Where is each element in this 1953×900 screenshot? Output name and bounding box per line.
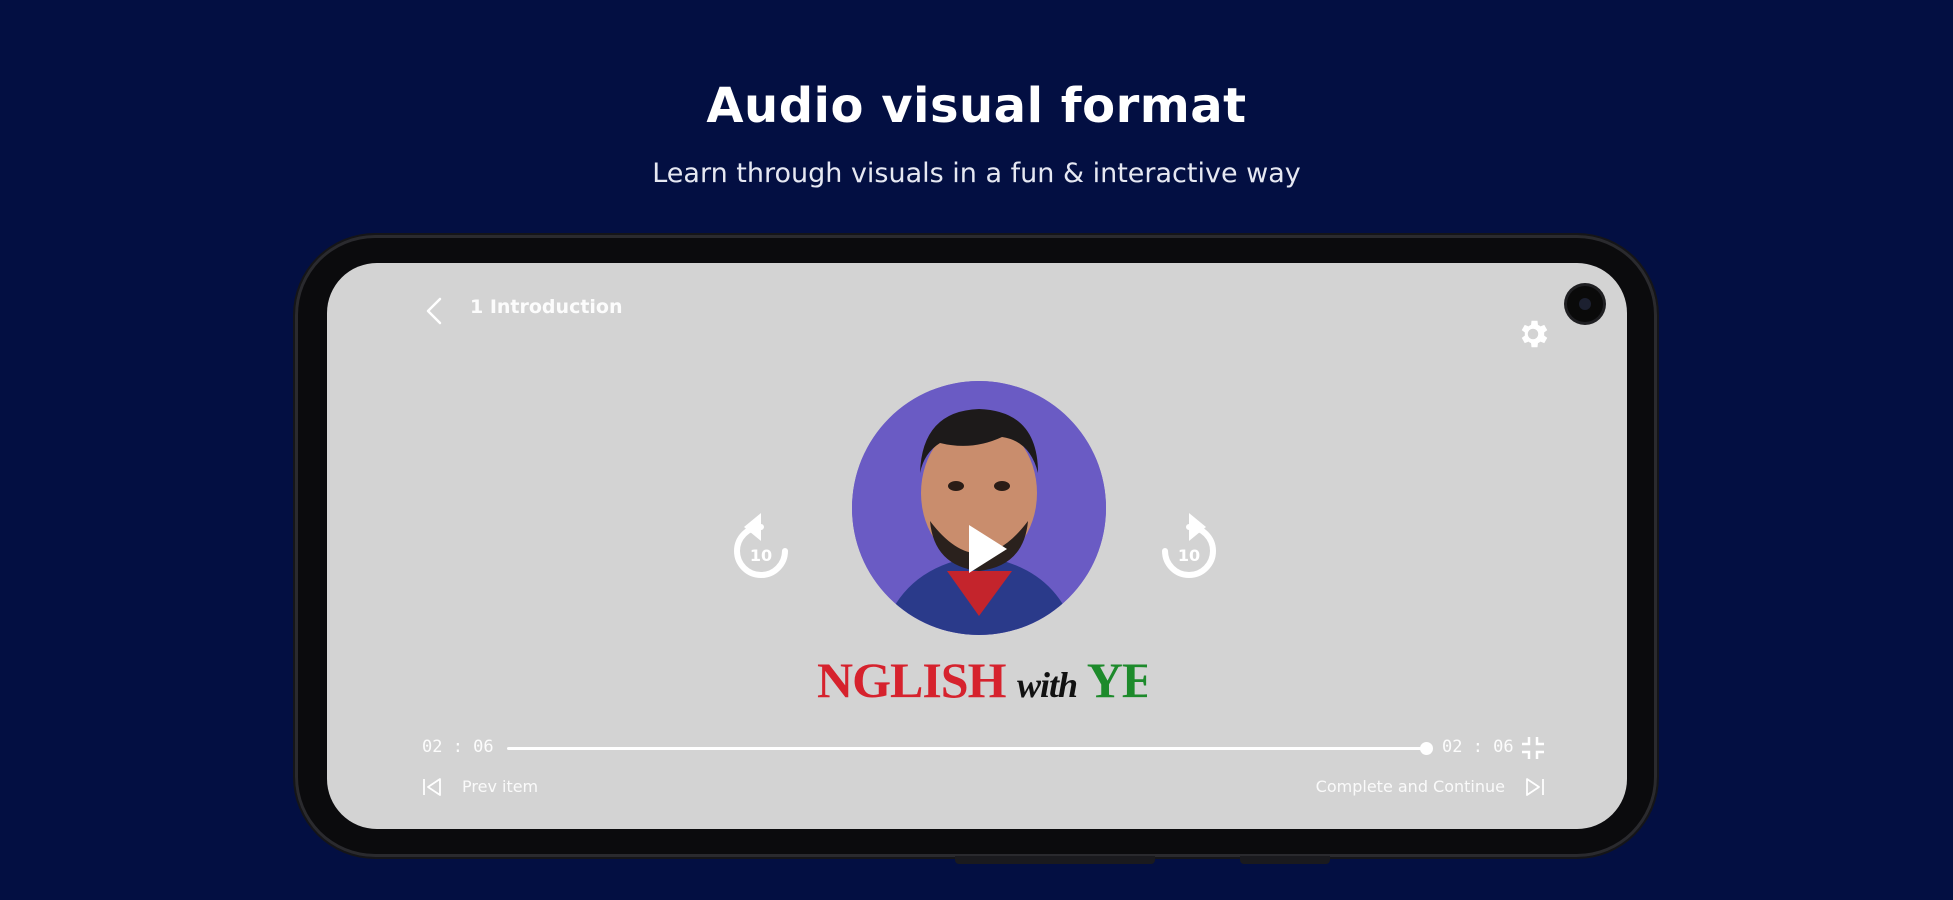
front-camera <box>1567 286 1603 322</box>
instructor-avatar <box>852 381 1106 635</box>
progress-track[interactable] <box>507 747 1427 750</box>
instructor-photo <box>852 381 1106 635</box>
brand-word-2: with <box>1017 665 1078 705</box>
progress-thumb[interactable] <box>1419 742 1433 755</box>
banner-subtitle: Learn through visuals in a fun & interac… <box>652 158 1301 189</box>
brand-word-1: NGLISH <box>817 652 1007 708</box>
prev-item-button[interactable]: Prev item <box>462 777 538 796</box>
rewind-seconds-label: 10 <box>750 546 772 565</box>
play-icon[interactable] <box>955 519 1015 579</box>
total-time: 02 : 06 <box>1442 737 1514 757</box>
banner-title: Audio visual format <box>706 78 1247 134</box>
chevron-left-icon[interactable] <box>422 293 446 329</box>
skip-previous-icon[interactable] <box>420 775 444 799</box>
gear-icon[interactable] <box>1515 316 1551 352</box>
brand-word-3: YEASI <box>1086 652 1147 708</box>
phone-side-button <box>955 856 1155 864</box>
forward-seconds-label: 10 <box>1178 546 1200 565</box>
phone-side-button <box>1240 856 1330 864</box>
forward-10-icon[interactable]: 10 <box>1156 509 1222 585</box>
lesson-title: 1 Introduction <box>470 296 623 318</box>
fullscreen-icon[interactable] <box>1520 735 1546 761</box>
complete-continue-button[interactable]: Complete and Continue <box>1316 777 1505 796</box>
video-player-screen[interactable]: 1 Introduction 10 10 NGLISH with YEASI <box>327 263 1627 829</box>
current-time: 02 : 06 <box>422 737 494 757</box>
skip-next-icon[interactable] <box>1523 775 1547 799</box>
brand-logo-text: NGLISH with YEASI <box>817 645 1147 715</box>
rewind-10-icon[interactable]: 10 <box>728 509 794 585</box>
